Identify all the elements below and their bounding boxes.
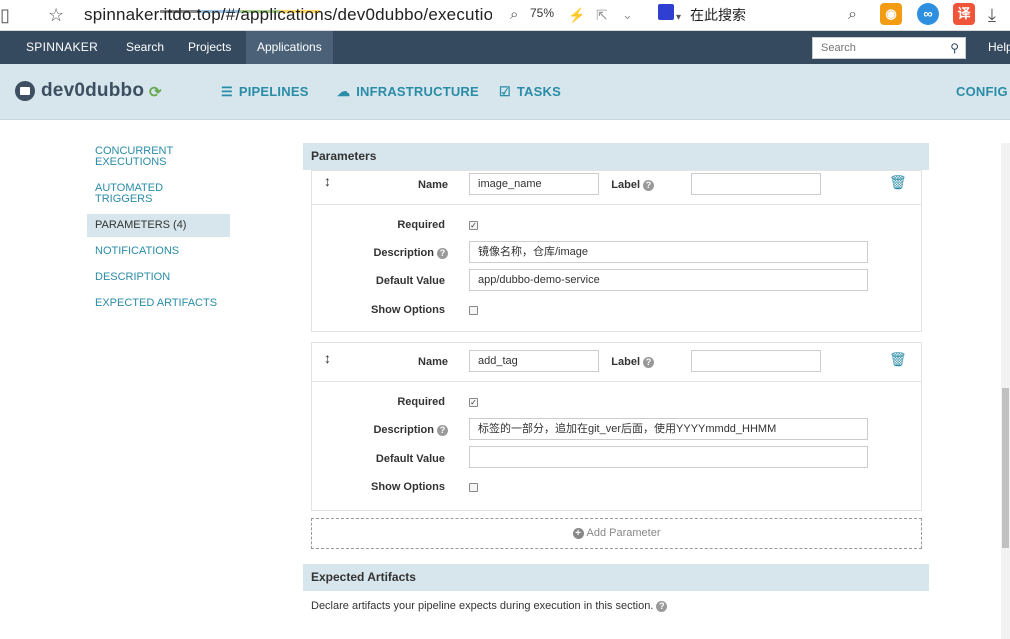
show-options-label: Show Options bbox=[371, 481, 445, 493]
artifacts-description: Declare artifacts your pipeline expects … bbox=[311, 600, 668, 612]
chevron-down-icon[interactable]: ⌄ bbox=[622, 4, 633, 26]
global-search-input[interactable] bbox=[813, 38, 939, 58]
reading-list-icon[interactable]: ▯ bbox=[0, 4, 10, 26]
plus-icon: + bbox=[572, 528, 584, 539]
name-label: Name bbox=[418, 356, 448, 368]
default-value-input[interactable] bbox=[469, 446, 868, 468]
sidebar-item-parameters[interactable]: PARAMETERS (4) bbox=[87, 214, 230, 237]
required-checkbox[interactable]: ✓ bbox=[469, 398, 478, 407]
application-icon bbox=[15, 81, 35, 101]
help-icon[interactable]: ? bbox=[656, 601, 668, 612]
application-header: dev0dubbo ⟳ ☰ PIPELINES ☁ INFRASTRUCTURE ☑… bbox=[0, 64, 1010, 120]
tab-pipelines[interactable]: ☰ PIPELINES bbox=[221, 84, 309, 100]
refresh-icon[interactable]: ⟳ bbox=[149, 83, 162, 101]
search-engine-dropdown-icon[interactable]: ▾ bbox=[676, 7, 681, 29]
tab-tasks[interactable]: ☑ TASKS bbox=[499, 84, 561, 100]
share-icon[interactable]: ⇱ bbox=[596, 4, 608, 26]
browser-toolbar: ▯ ☆ spinnaker.itdo.top/#/applications/de… bbox=[0, 0, 1010, 31]
lightning-icon[interactable]: ⚡ bbox=[568, 4, 585, 26]
nav-search[interactable]: Search bbox=[115, 31, 175, 64]
help-icon[interactable]: ? bbox=[437, 248, 448, 259]
tab-config[interactable]: CONFIG bbox=[956, 84, 1008, 99]
sidebar-item-expected-artifacts[interactable]: EXPECTED ARTIFACTS bbox=[87, 292, 230, 315]
parameters-section-header: Parameters bbox=[303, 143, 929, 170]
show-options-checkbox[interactable] bbox=[469, 306, 478, 315]
zoom-icon[interactable]: ⌕ bbox=[510, 4, 518, 26]
sidebar-item-description[interactable]: DESCRIPTION bbox=[87, 266, 230, 289]
parameter-label-input[interactable] bbox=[691, 350, 821, 372]
show-options-checkbox[interactable] bbox=[469, 483, 478, 492]
divider bbox=[312, 381, 921, 382]
scrollbar-thumb[interactable] bbox=[1002, 388, 1009, 548]
required-label: Required bbox=[397, 219, 445, 231]
expected-artifacts-section-header: Expected Artifacts bbox=[303, 564, 929, 591]
sidebar-item-automated-triggers[interactable]: AUTOMATED TRIGGERS bbox=[87, 177, 230, 211]
divider bbox=[312, 204, 921, 205]
show-options-label: Show Options bbox=[371, 304, 445, 316]
sidebar-item-notifications[interactable]: NOTIFICATIONS bbox=[87, 240, 230, 263]
help-icon[interactable]: ? bbox=[643, 357, 654, 368]
search-engine-icon[interactable] bbox=[658, 4, 674, 20]
description-label: Description? bbox=[352, 247, 448, 259]
help-icon[interactable]: ? bbox=[437, 425, 448, 436]
delete-parameter-icon[interactable]: 🗑 bbox=[889, 351, 907, 368]
bookmark-star-icon[interactable]: ☆ bbox=[48, 4, 64, 26]
address-bar[interactable]: spinnaker.itdo.top/#/applications/dev0du… bbox=[84, 4, 492, 26]
application-name: dev0dubbo bbox=[41, 80, 145, 101]
game-extension-icon[interactable]: ◉ bbox=[880, 3, 902, 25]
brand-logo[interactable]: SPINNAKER bbox=[26, 40, 98, 54]
default-value-label: Default Value bbox=[375, 275, 445, 287]
search-icon[interactable]: ⌕ bbox=[848, 4, 857, 26]
global-search: ⚲ bbox=[812, 37, 966, 59]
browser-search-field[interactable]: 在此搜索 bbox=[690, 5, 746, 25]
checkbox-icon: ☑ bbox=[499, 84, 511, 99]
required-label: Required bbox=[397, 396, 445, 408]
description-label: Description? bbox=[352, 424, 448, 436]
name-label: Name bbox=[418, 179, 448, 191]
parameter-label-input[interactable] bbox=[691, 173, 821, 195]
parameter-name-input[interactable]: image_name bbox=[469, 173, 599, 195]
help-menu[interactable]: Help bbox=[988, 40, 1010, 54]
add-parameter-button[interactable]: + Add Parameter bbox=[311, 518, 922, 549]
sidebar-item-concurrent-executions[interactable]: CONCURRENT EXECUTIONS bbox=[87, 140, 187, 174]
parameter-card: ↕ Name add_tag Label? 🗑 Required ✓ Descr… bbox=[311, 342, 922, 511]
nav-applications[interactable]: Applications bbox=[246, 31, 333, 64]
download-icon[interactable]: ⤓ bbox=[988, 4, 996, 26]
label-label: Label? bbox=[602, 356, 654, 368]
infinity-extension-icon[interactable]: ∞ bbox=[917, 3, 939, 25]
drag-handle-icon[interactable]: ↕ bbox=[324, 173, 331, 189]
drag-handle-icon[interactable]: ↕ bbox=[324, 350, 331, 366]
nav-projects[interactable]: Projects bbox=[177, 31, 242, 64]
default-value-input[interactable]: app/dubbo-demo-service bbox=[469, 269, 868, 291]
page-scrollbar[interactable] bbox=[1001, 143, 1010, 639]
translate-extension-icon[interactable]: 译 bbox=[953, 3, 975, 25]
label-label: Label? bbox=[602, 179, 654, 191]
parameter-card: ↕ Name image_name Label? 🗑 Required ✓ De… bbox=[311, 170, 922, 332]
search-icon[interactable]: ⚲ bbox=[950, 41, 959, 55]
cloud-icon: ☁ bbox=[337, 84, 351, 99]
help-icon[interactable]: ? bbox=[643, 180, 654, 191]
zoom-level[interactable]: 75% bbox=[530, 6, 554, 20]
description-input[interactable]: 标签的一部分，追加在git_ver后面，使用YYYYmmdd_HHMM bbox=[469, 418, 868, 440]
default-value-label: Default Value bbox=[375, 453, 445, 465]
top-navigation: SPINNAKER Search Projects Applications ⚲… bbox=[0, 31, 1010, 64]
description-input[interactable]: 镜像名称，仓库/image bbox=[469, 241, 868, 263]
config-sidebar: CONCURRENT EXECUTIONS AUTOMATED TRIGGERS… bbox=[87, 140, 230, 315]
list-icon: ☰ bbox=[221, 84, 233, 99]
parameter-name-input[interactable]: add_tag bbox=[469, 350, 599, 372]
tab-infrastructure[interactable]: ☁ INFRASTRUCTURE bbox=[337, 84, 479, 100]
tab-strip bbox=[160, 0, 320, 13]
required-checkbox[interactable]: ✓ bbox=[469, 221, 478, 230]
delete-parameter-icon[interactable]: 🗑 bbox=[889, 174, 907, 191]
